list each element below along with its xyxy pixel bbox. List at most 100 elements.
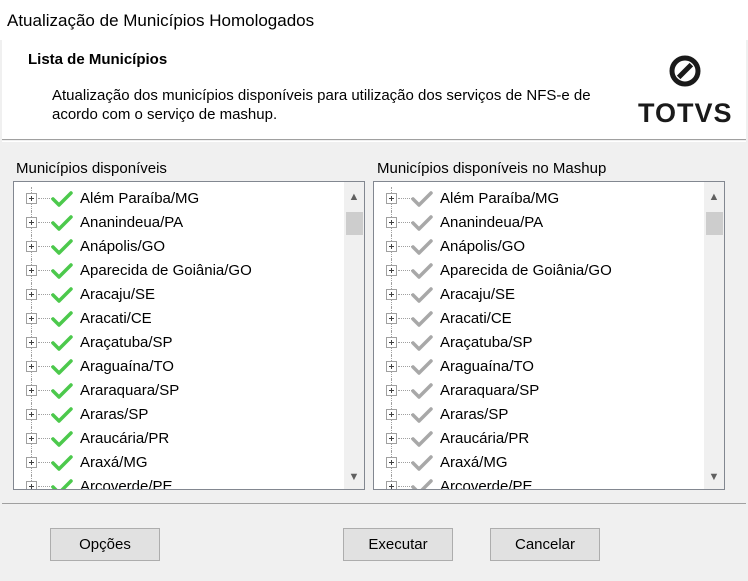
check-icon <box>51 479 73 489</box>
tree-connector <box>38 390 52 391</box>
tree-item[interactable]: Ananindeua/PA <box>14 211 336 235</box>
window-titlebar: Atualização de Municípios Homologados <box>0 0 748 40</box>
check-icon <box>411 431 433 447</box>
tree-connector <box>38 198 52 199</box>
expand-plus-icon[interactable] <box>386 217 397 228</box>
tree-item-label: Araras/SP <box>440 406 509 423</box>
scroll-thumb[interactable] <box>346 212 363 235</box>
tree-item[interactable]: Araras/SP <box>14 403 336 427</box>
tree-item[interactable]: Araguaína/TO <box>374 355 696 379</box>
tree-item-label: Araguaína/TO <box>80 358 174 375</box>
expand-plus-icon[interactable] <box>386 457 397 468</box>
check-icon <box>51 263 73 279</box>
expand-plus-icon[interactable] <box>386 337 397 348</box>
vertical-scrollbar[interactable]: ▲ ▼ <box>344 182 364 489</box>
expand-plus-icon[interactable] <box>26 409 37 420</box>
expand-plus-icon[interactable] <box>386 313 397 324</box>
tree-item-label: Além Paraíba/MG <box>440 190 560 207</box>
tree-item[interactable]: Araxá/MG <box>374 451 696 475</box>
check-icon <box>51 431 73 447</box>
expand-plus-icon[interactable] <box>26 265 37 276</box>
tree-connector <box>38 486 52 487</box>
expand-plus-icon[interactable] <box>386 481 397 489</box>
tree-connector <box>398 294 412 295</box>
expand-plus-icon[interactable] <box>26 289 37 300</box>
tree-item[interactable]: Aracati/CE <box>14 307 336 331</box>
tree-item[interactable]: Arcoverde/PE <box>14 475 336 489</box>
tree-item[interactable]: Aparecida de Goiânia/GO <box>14 259 336 283</box>
options-button[interactable]: Opções <box>50 528 160 561</box>
totvs-logo-icon <box>669 55 701 87</box>
tree-item[interactable]: Aracaju/SE <box>374 283 696 307</box>
tree-connector <box>38 342 52 343</box>
tree-item-label: Aracaju/SE <box>80 286 156 303</box>
tree-item[interactable]: Aracaju/SE <box>14 283 336 307</box>
expand-plus-icon[interactable] <box>26 313 37 324</box>
expand-plus-icon[interactable] <box>26 193 37 204</box>
scroll-down-icon[interactable]: ▼ <box>704 467 724 487</box>
expand-plus-icon[interactable] <box>26 337 37 348</box>
expand-plus-icon[interactable] <box>26 241 37 252</box>
tree-item[interactable]: Araçatuba/SP <box>374 331 696 355</box>
check-icon <box>51 191 73 207</box>
expand-plus-icon[interactable] <box>26 361 37 372</box>
expand-plus-icon[interactable] <box>26 385 37 396</box>
available-municipalities-tree[interactable]: Além Paraíba/MG Ananindeua/PA Anápolis/GO A… <box>13 181 365 490</box>
check-icon <box>411 407 433 423</box>
tree-item-label: Araraquara/SP <box>80 382 180 399</box>
tree-item[interactable]: Arcoverde/PE <box>374 475 696 489</box>
tree-item[interactable]: Araraquara/SP <box>14 379 336 403</box>
tree-connector <box>398 438 412 439</box>
scroll-down-icon[interactable]: ▼ <box>344 467 364 487</box>
scroll-up-icon[interactable]: ▲ <box>344 187 364 207</box>
tree-item[interactable]: Araras/SP <box>374 403 696 427</box>
tree-item[interactable]: Araucária/PR <box>14 427 336 451</box>
tree-item[interactable]: Além Paraíba/MG <box>14 187 336 211</box>
tree-connector <box>398 342 412 343</box>
logo-text: TOTVS <box>638 98 733 128</box>
check-icon <box>51 239 73 255</box>
vertical-scrollbar[interactable]: ▲ ▼ <box>704 182 724 489</box>
expand-plus-icon[interactable] <box>26 217 37 228</box>
expand-plus-icon[interactable] <box>386 361 397 372</box>
execute-button[interactable]: Executar <box>343 528 453 561</box>
tree-connector <box>38 222 52 223</box>
expand-plus-icon[interactable] <box>26 433 37 444</box>
check-icon <box>51 215 73 231</box>
expand-plus-icon[interactable] <box>386 193 397 204</box>
expand-plus-icon[interactable] <box>26 457 37 468</box>
tree-item[interactable]: Araucária/PR <box>374 427 696 451</box>
dialog-header: Lista de Municípios Atualização dos muni… <box>2 40 746 140</box>
scroll-thumb[interactable] <box>706 212 723 235</box>
tree-item[interactable]: Além Paraíba/MG <box>374 187 696 211</box>
tree-item-label: Araxá/MG <box>440 454 508 471</box>
totvs-logo: TOTVS <box>636 54 732 128</box>
tree-item[interactable]: Aparecida de Goiânia/GO <box>374 259 696 283</box>
tree-connector <box>38 366 52 367</box>
scroll-up-icon[interactable]: ▲ <box>704 187 724 207</box>
expand-plus-icon[interactable] <box>386 265 397 276</box>
tree-item[interactable]: Araguaína/TO <box>14 355 336 379</box>
expand-plus-icon[interactable] <box>386 241 397 252</box>
tree-item[interactable]: Araçatuba/SP <box>14 331 336 355</box>
check-icon <box>411 191 433 207</box>
expand-plus-icon[interactable] <box>386 385 397 396</box>
window-title: Atualização de Municípios Homologados <box>7 11 315 30</box>
mashup-municipalities-tree[interactable]: Além Paraíba/MG Ananindeua/PA Anápolis/GO A… <box>373 181 725 490</box>
tree-connector <box>38 294 52 295</box>
tree-connector <box>38 462 52 463</box>
tree-item[interactable]: Aracati/CE <box>374 307 696 331</box>
tree-item[interactable]: Anápolis/GO <box>14 235 336 259</box>
expand-plus-icon[interactable] <box>386 409 397 420</box>
tree-item-label: Aparecida de Goiânia/GO <box>440 262 612 279</box>
check-icon <box>411 263 433 279</box>
tree-item[interactable]: Araxá/MG <box>14 451 336 475</box>
tree-item[interactable]: Anápolis/GO <box>374 235 696 259</box>
expand-plus-icon[interactable] <box>26 481 37 489</box>
tree-item[interactable]: Ananindeua/PA <box>374 211 696 235</box>
cancel-button[interactable]: Cancelar <box>490 528 600 561</box>
tree-connector <box>398 246 412 247</box>
expand-plus-icon[interactable] <box>386 289 397 300</box>
expand-plus-icon[interactable] <box>386 433 397 444</box>
tree-item[interactable]: Araraquara/SP <box>374 379 696 403</box>
